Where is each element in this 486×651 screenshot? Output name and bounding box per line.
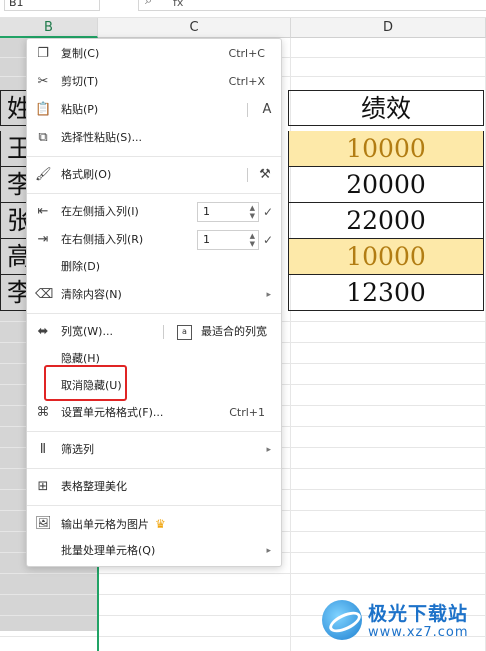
menu-item-column-width[interactable]: ⬌ 列宽(W)... a 最适合的列宽 xyxy=(27,319,281,345)
insert-left-count-stepper[interactable]: 1 ▲ ▼ xyxy=(197,202,259,222)
table-cell[interactable]: 20000 xyxy=(288,167,484,203)
divider xyxy=(247,168,248,182)
submenu-arrow-icon: ▸ xyxy=(266,290,271,300)
column-header-d[interactable]: D xyxy=(291,18,486,38)
table-cell[interactable]: 22000 xyxy=(288,203,484,239)
filter-columns-icon: Ⅱ xyxy=(39,442,47,457)
shortcut-label: Ctrl+1 xyxy=(229,406,265,419)
menu-separator xyxy=(27,193,281,194)
confirm-check-icon[interactable]: ✓ xyxy=(263,227,273,253)
context-menu: ❐ 复制(C) Ctrl+C ✂ 剪切(T) Ctrl+X 📋 粘贴(P) 𝖠 … xyxy=(26,38,282,567)
table-cell[interactable]: 10000 xyxy=(288,239,484,275)
menu-label: 在右侧插入列(R) xyxy=(61,233,144,246)
export-image-label: 输出单元格为图片 xyxy=(61,518,149,531)
menu-separator xyxy=(27,505,281,506)
eraser-icon: ⌫ xyxy=(35,287,54,302)
stepper-up-icon[interactable]: ▲ xyxy=(250,204,255,212)
name-box[interactable]: B1 xyxy=(4,0,100,11)
table-cell[interactable]: 12300 xyxy=(288,275,484,311)
formula-bar: B1 ⌕ fx xyxy=(0,0,486,18)
insert-column-left-icon: ⇤ xyxy=(37,204,49,219)
watermark-title: 极光下载站 xyxy=(368,603,469,625)
menu-label: 复制(C) xyxy=(61,47,100,60)
menu-label: 输出单元格为图片 ♛ xyxy=(61,511,166,538)
submenu-arrow-icon: ▸ xyxy=(266,546,271,556)
menu-item-cut[interactable]: ✂ 剪切(T) Ctrl+X xyxy=(27,69,281,95)
menu-item-copy[interactable]: ❐ 复制(C) Ctrl+C xyxy=(27,41,281,67)
copy-icon: ❐ xyxy=(37,46,49,61)
menu-item-beautify[interactable]: ⊞ 表格整理美化 xyxy=(27,474,281,500)
brush-icon: 🖌 xyxy=(35,167,52,182)
menu-item-clear[interactable]: ⌫ 清除内容(N) ▸ xyxy=(27,282,281,308)
menu-label: 在左侧插入列(I) xyxy=(61,205,139,218)
best-fit-width-button[interactable]: 最适合的列宽 xyxy=(201,319,267,345)
search-icon[interactable]: ⌕ xyxy=(145,0,152,8)
menu-item-format-painter[interactable]: 🖌 格式刷(O) ⚒ xyxy=(27,162,281,188)
column-header-c[interactable]: C xyxy=(98,18,291,38)
shortcut-label: Ctrl+C xyxy=(228,47,265,60)
menu-label: 批量处理单元格(Q) xyxy=(61,544,156,557)
menu-label: 粘贴(P) xyxy=(61,103,99,116)
painter-pin-icon[interactable]: ⚒ xyxy=(257,167,273,183)
menu-separator xyxy=(27,431,281,432)
image-icon: 🖼 xyxy=(35,516,52,531)
formula-input[interactable]: ⌕ fx xyxy=(138,0,486,11)
paste-icon: 📋 xyxy=(35,102,52,117)
format-cells-icon: ⌘ xyxy=(36,405,50,420)
menu-item-format-cells[interactable]: ⌘ 设置单元格格式(F)... Ctrl+1 xyxy=(27,400,281,426)
table-beautify-icon: ⊞ xyxy=(37,479,49,494)
grid-line xyxy=(290,38,291,651)
menu-label: 设置单元格格式(F)... xyxy=(61,406,164,419)
watermark-logo-icon xyxy=(322,600,362,640)
fx-label: fx xyxy=(173,0,184,9)
highlight-box xyxy=(44,365,127,401)
column-width-icon: ⬌ xyxy=(37,324,49,339)
menu-label: 表格整理美化 xyxy=(61,480,127,493)
shortcut-label: Ctrl+X xyxy=(228,75,265,88)
paste-text-icon[interactable]: 𝖠 xyxy=(259,102,275,118)
menu-item-export-image[interactable]: 🖼 输出单元格为图片 ♛ xyxy=(27,511,281,537)
menu-separator xyxy=(27,313,281,314)
menu-label: 剪切(T) xyxy=(61,75,99,88)
menu-label: 选择性粘贴(S)... xyxy=(61,131,143,144)
menu-label: 清除内容(N) xyxy=(61,288,122,301)
menu-item-batch[interactable]: 批量处理单元格(Q) ▸ xyxy=(27,538,281,564)
menu-label: 筛选列 xyxy=(61,443,94,456)
grid-line xyxy=(0,573,486,574)
menu-item-delete[interactable]: 删除(D) xyxy=(27,254,281,280)
insert-column-right-icon: ⇥ xyxy=(37,232,49,247)
stepper-value: 1 xyxy=(203,233,210,246)
paste-special-icon: ⧉ xyxy=(38,130,48,145)
watermark-url: www.xz7.com xyxy=(368,625,469,640)
divider xyxy=(247,103,248,117)
menu-item-paste-special[interactable]: ⧉ 选择性粘贴(S)... xyxy=(27,125,281,151)
menu-separator xyxy=(27,468,281,469)
menu-separator xyxy=(27,156,281,157)
crown-icon: ♛ xyxy=(155,517,166,531)
table-cell[interactable]: 10000 xyxy=(288,131,484,167)
stepper-value: 1 xyxy=(203,205,210,218)
divider xyxy=(163,325,164,339)
menu-item-filter-column[interactable]: Ⅱ 筛选列 ▸ xyxy=(27,437,281,463)
stepper-down-icon[interactable]: ▼ xyxy=(250,240,255,248)
insert-right-count-stepper[interactable]: 1 ▲ ▼ xyxy=(197,230,259,250)
best-fit-icon: a xyxy=(177,325,192,340)
stepper-up-icon[interactable]: ▲ xyxy=(250,232,255,240)
grid-line xyxy=(0,594,486,595)
menu-label: 列宽(W)... xyxy=(61,325,113,338)
column-header-b[interactable]: B xyxy=(0,18,98,38)
menu-label: 格式刷(O) xyxy=(61,168,112,181)
submenu-arrow-icon: ▸ xyxy=(266,445,271,455)
watermark: 极光下载站 www.xz7.com xyxy=(322,597,482,643)
menu-label: 删除(D) xyxy=(61,260,101,273)
menu-item-paste[interactable]: 📋 粘贴(P) 𝖠 xyxy=(27,97,281,123)
menu-item-insert-left[interactable]: ⇤ 在左侧插入列(I) 1 ▲ ▼ ✓ xyxy=(27,199,281,225)
scissors-icon: ✂ xyxy=(37,74,49,89)
confirm-check-icon[interactable]: ✓ xyxy=(263,199,273,225)
stepper-down-icon[interactable]: ▼ xyxy=(250,212,255,220)
menu-item-insert-right[interactable]: ⇥ 在右侧插入列(R) 1 ▲ ▼ ✓ xyxy=(27,227,281,253)
table-cell[interactable]: 绩效 xyxy=(288,90,484,126)
